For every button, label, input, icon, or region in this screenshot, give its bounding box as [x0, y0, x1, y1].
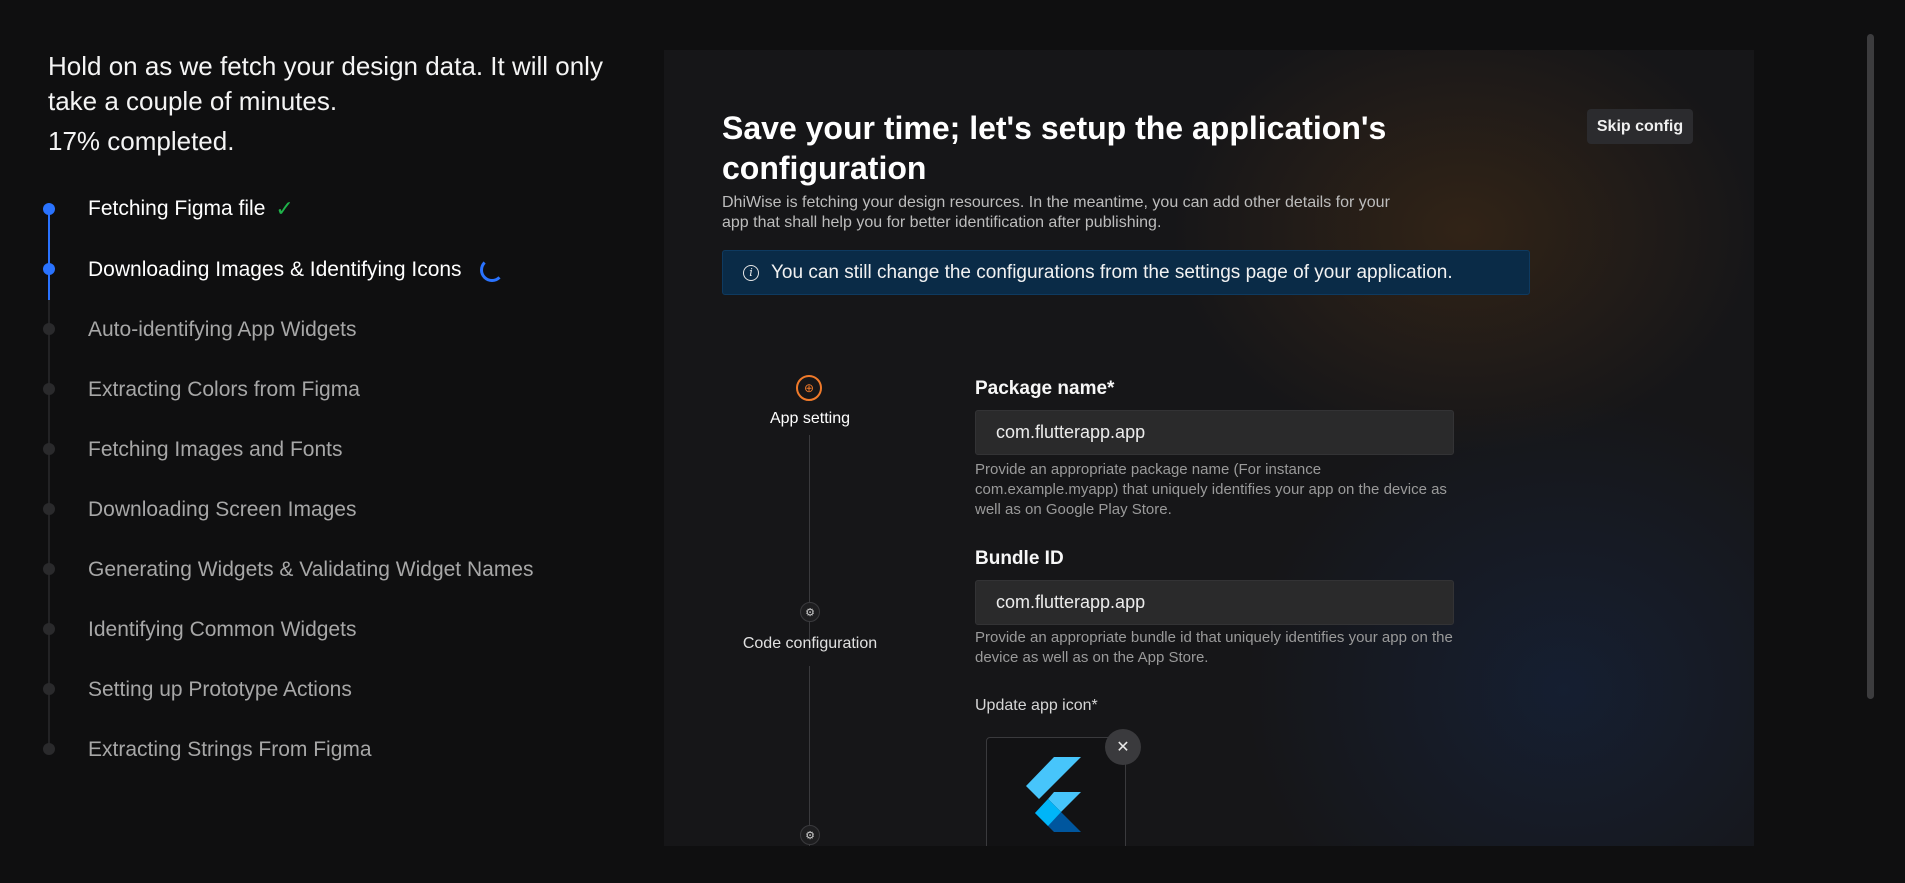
loading-spinner-icon: [479, 258, 504, 282]
step-fetching-figma-file: Fetching Figma file ✓: [88, 194, 294, 224]
timeline-app-setting[interactable]: App setting: [710, 410, 910, 428]
step-dot: [43, 563, 55, 575]
step-dot: [43, 383, 55, 395]
bundle-id-label: Bundle ID: [975, 548, 1064, 569]
bundle-id-input[interactable]: [975, 580, 1454, 625]
step-downloading-images: Downloading Images & Identifying Icons: [88, 255, 504, 285]
step-extracting-colors: Extracting Colors from Figma: [88, 375, 360, 405]
app-icon-label: Update app icon*: [975, 697, 1098, 714]
step-dot: [43, 203, 55, 215]
step-label: Extracting Colors from Figma: [88, 378, 360, 401]
step-dot: [43, 503, 55, 515]
step-downloading-screen-images: Downloading Screen Images: [88, 495, 357, 525]
step-dot: [43, 623, 55, 635]
info-icon: i: [743, 264, 759, 281]
target-icon[interactable]: ⊕: [796, 375, 822, 401]
progress-headline: Hold on as we fetch your design data. It…: [48, 51, 603, 116]
step-label: Identifying Common Widgets: [88, 618, 357, 641]
package-name-help: Provide an appropriate package name (For…: [975, 461, 1447, 518]
remove-icon-button[interactable]: ✕: [1105, 729, 1141, 765]
step-auto-identifying-widgets: Auto-identifying App Widgets: [88, 315, 357, 345]
info-banner: i You can still change the configuration…: [722, 250, 1530, 295]
package-name-input[interactable]: [975, 410, 1454, 455]
timeline-code-configuration[interactable]: Code configuration: [710, 635, 910, 653]
config-subtitle: DhiWise is fetching your design resource…: [722, 194, 1390, 231]
step-dot: [43, 323, 55, 335]
gear-icon[interactable]: ⚙: [800, 825, 820, 845]
progress-percent: 17% completed.: [48, 126, 235, 156]
page-scrollbar[interactable]: [1867, 34, 1874, 699]
step-label: Downloading Images & Identifying Icons: [88, 258, 462, 281]
config-title: Save your time; let's setup the applicat…: [722, 110, 1387, 186]
info-message: You can still change the configurations …: [771, 261, 1453, 283]
timeline-line: [809, 666, 810, 846]
step-label: Setting up Prototype Actions: [88, 678, 352, 701]
step-extracting-strings: Extracting Strings From Figma: [88, 735, 372, 765]
step-label: Fetching Figma file: [88, 197, 266, 220]
step-dot: [43, 443, 55, 455]
step-fetching-images-fonts: Fetching Images and Fonts: [88, 435, 342, 465]
check-icon: ✓: [275, 196, 294, 221]
app-icon-upload[interactable]: [986, 737, 1126, 846]
step-generating-widgets: Generating Widgets & Validating Widget N…: [88, 555, 534, 585]
step-label: Extracting Strings From Figma: [88, 738, 372, 761]
config-panel: Save your time; let's setup the applicat…: [664, 50, 1754, 846]
step-dot: [43, 683, 55, 695]
skip-config-button[interactable]: Skip config: [1587, 109, 1693, 144]
bundle-id-help: Provide an appropriate bundle id that un…: [975, 629, 1453, 666]
step-label: Auto-identifying App Widgets: [88, 318, 357, 341]
step-dot: [43, 263, 55, 275]
step-connector: [48, 209, 50, 269]
step-label: Fetching Images and Fonts: [88, 438, 343, 461]
package-name-label: Package name*: [975, 378, 1115, 399]
gear-icon[interactable]: ⚙: [800, 602, 820, 622]
step-label: Downloading Screen Images: [88, 498, 357, 521]
step-identifying-common-widgets: Identifying Common Widgets: [88, 615, 356, 645]
step-label: Generating Widgets & Validating Widget N…: [88, 558, 534, 581]
step-prototype-actions: Setting up Prototype Actions: [88, 675, 352, 705]
step-dot: [43, 743, 55, 755]
progress-panel: Hold on as we fetch your design data. It…: [0, 0, 660, 883]
